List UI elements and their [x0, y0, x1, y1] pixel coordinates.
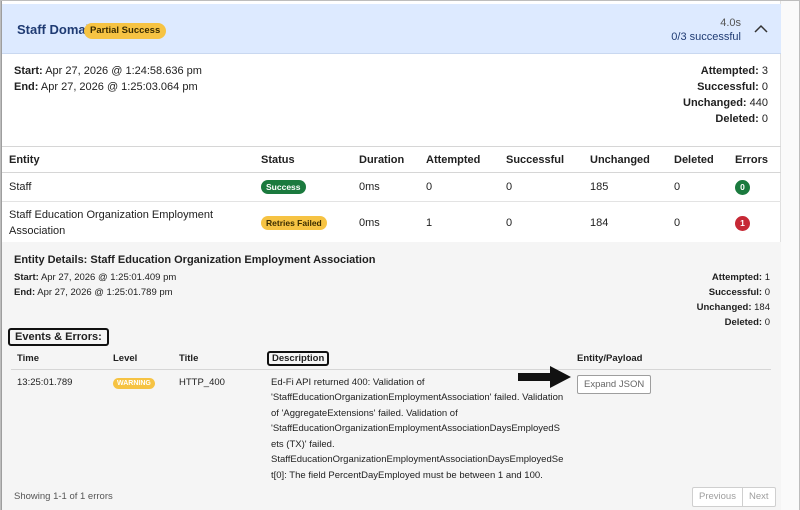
col-entity[interactable]: Entity — [2, 146, 254, 173]
col-duration[interactable]: Duration — [352, 146, 419, 173]
deleted-label: Deleted: — [715, 113, 759, 125]
attempted-value: 1 — [764, 272, 770, 283]
unchanged-value: 440 — [749, 97, 768, 109]
successful-cell: 0 — [499, 201, 583, 244]
event-title: HTTP_400 — [173, 369, 265, 488]
col-time: Time — [11, 349, 107, 370]
entity-details-panel: Entity Details: Staff Education Organiza… — [2, 242, 781, 510]
details-time-range: Start: Apr 27, 2026 @ 1:25:01.409 pm End… — [14, 270, 176, 300]
description-header-label: Description — [267, 351, 330, 367]
col-errors[interactable]: Errors — [728, 146, 781, 173]
events-errors-heading: Events & Errors: — [8, 328, 109, 346]
domain-duration: 4.0s — [720, 17, 741, 29]
import-result-panel: Staff Domain Partial Success 4.0s 0/3 su… — [0, 0, 800, 510]
table-row[interactable]: Staff Success 0ms 0 0 185 0 0 — [2, 172, 781, 202]
error-count-badge: 1 — [735, 215, 750, 231]
end-value: Apr 27, 2026 @ 1:25:01.789 pm — [37, 287, 173, 298]
error-count-badge: 0 — [735, 179, 750, 195]
unchanged-label: Unchanged: — [696, 302, 752, 313]
pagination-summary: Showing 1-1 of 1 errors — [14, 491, 113, 502]
deleted-cell: 0 — [667, 201, 728, 244]
successful-value: 0 — [764, 287, 770, 298]
domain-counts: Attempted: 3 Successful: 0 Unchanged: 44… — [683, 63, 768, 127]
table-row[interactable]: Staff Education Organization Employment … — [2, 201, 781, 244]
entity-name: Staff Education Organization Employment … — [2, 201, 254, 244]
deleted-cell: 0 — [667, 172, 728, 202]
end-value: Apr 27, 2026 @ 1:25:03.064 pm — [40, 81, 198, 93]
col-status[interactable]: Status — [254, 146, 352, 173]
chevron-up-icon[interactable] — [753, 21, 769, 37]
entity-name: Staff — [2, 172, 254, 202]
unchanged-cell: 185 — [583, 172, 667, 202]
unchanged-cell: 184 — [583, 201, 667, 244]
start-value: Apr 27, 2026 @ 1:25:01.409 pm — [40, 272, 177, 283]
col-successful[interactable]: Successful — [499, 146, 583, 173]
domain-time-range: Start: Apr 27, 2026 @ 1:24:58.636 pm End… — [14, 63, 202, 95]
level-badge: WARNING — [113, 377, 155, 389]
attempted-label: Attempted: — [711, 272, 763, 283]
entity-table-header: Entity Status Duration Attempted Success… — [2, 146, 781, 173]
event-row: 13:25:01.789 WARNING HTTP_400 Ed-Fi API … — [11, 369, 771, 488]
start-label: Start: — [14, 272, 39, 283]
attempted-cell: 1 — [419, 201, 499, 244]
attempted-cell: 0 — [419, 172, 499, 202]
attempted-value: 3 — [761, 65, 768, 77]
end-label: End: — [14, 287, 36, 298]
events-table-header: Time Level Title Description Entity/Payl… — [11, 349, 771, 370]
col-attempted[interactable]: Attempted — [419, 146, 499, 173]
deleted-value: 0 — [764, 317, 770, 328]
events-table: Time Level Title Description Entity/Payl… — [11, 349, 771, 488]
duration-cell: 0ms — [352, 201, 419, 244]
status-badge: Partial Success — [84, 23, 167, 39]
col-unchanged[interactable]: Unchanged — [583, 146, 667, 173]
deleted-value: 0 — [761, 113, 768, 125]
successful-value: 0 — [761, 81, 768, 93]
status-badge: Success — [261, 180, 306, 194]
col-entity-payload: Entity/Payload — [571, 349, 771, 370]
entity-details-title: Entity Details: Staff Education Organiza… — [14, 254, 376, 266]
col-title: Title — [173, 349, 265, 370]
event-time: 13:25:01.789 — [11, 369, 107, 488]
duration-cell: 0ms — [352, 172, 419, 202]
successful-cell: 0 — [499, 172, 583, 202]
start-label: Start: — [14, 65, 43, 77]
arrow-right-icon — [518, 366, 571, 388]
start-value: Apr 27, 2026 @ 1:24:58.636 pm — [45, 65, 202, 77]
domain-successful-count: 0/3 successful — [671, 31, 741, 43]
unchanged-value: 184 — [754, 302, 770, 313]
next-button[interactable]: Next — [743, 488, 775, 506]
col-level: Level — [107, 349, 173, 370]
successful-label: Successful: — [697, 81, 759, 93]
domain-header[interactable]: Staff Domain Partial Success 4.0s 0/3 su… — [2, 4, 781, 54]
col-deleted[interactable]: Deleted — [667, 146, 728, 173]
details-counts: Attempted: 1 Successful: 0 Unchanged: 18… — [697, 270, 770, 330]
end-label: End: — [14, 81, 39, 93]
status-badge: Retries Failed — [261, 215, 327, 230]
previous-button[interactable]: Previous — [693, 488, 742, 506]
attempted-label: Attempted: — [700, 65, 759, 77]
pagination: Previous Next — [692, 487, 776, 507]
successful-label: Successful: — [708, 287, 763, 298]
unchanged-label: Unchanged: — [683, 97, 747, 109]
deleted-label: Deleted: — [724, 317, 763, 328]
entity-table: Entity Status Duration Attempted Success… — [2, 146, 781, 244]
expand-json-button[interactable]: Expand JSON — [577, 374, 652, 394]
scrollbar-track[interactable] — [780, 1, 799, 510]
